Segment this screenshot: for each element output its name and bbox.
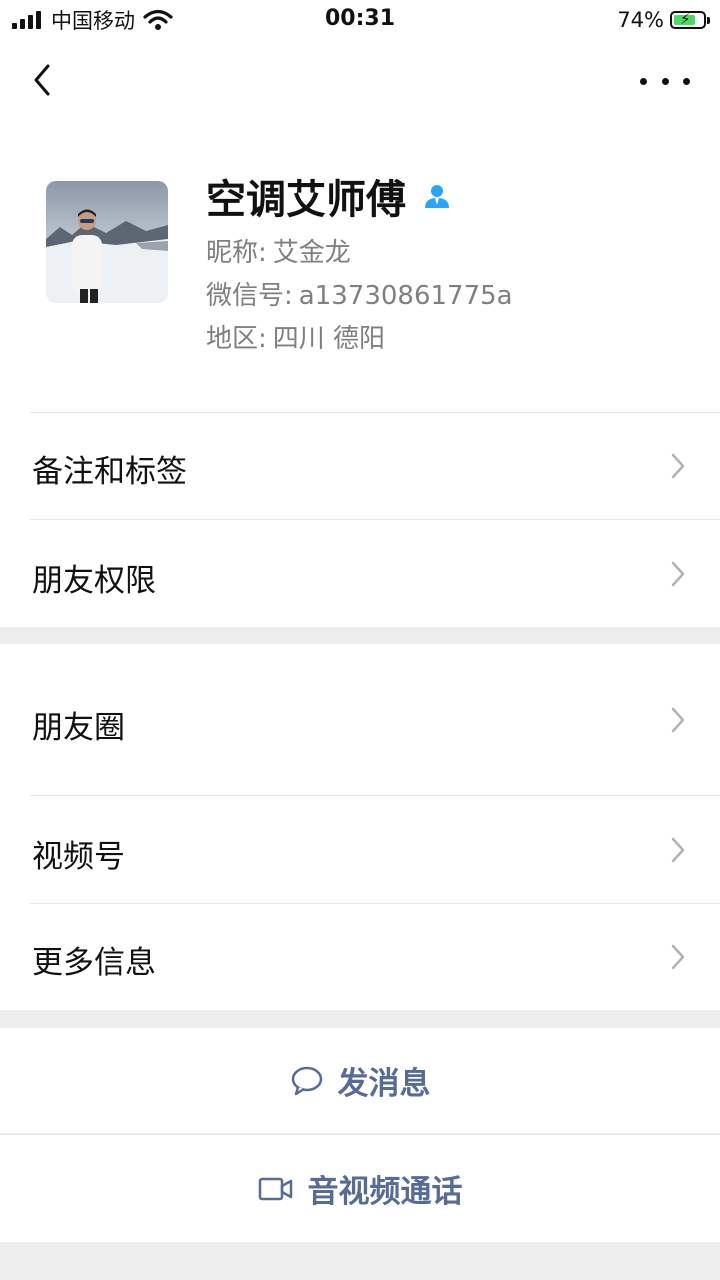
avatar[interactable] (46, 181, 168, 303)
name-row: 空调艾师傅 (206, 168, 452, 224)
menu-item-more-info[interactable]: 更多信息 (0, 903, 720, 1010)
dot-icon (683, 77, 690, 85)
menu-item-label: 更多信息 (32, 945, 156, 981)
send-message-label: 发消息 (337, 1066, 431, 1102)
avatar-image (46, 181, 168, 303)
menu-item-label: 朋友圈 (32, 710, 125, 746)
wechat-id-line: 微信号: a13730861775a (206, 275, 513, 312)
menu-item-label: 视频号 (32, 839, 125, 875)
battery-percent: 74% (617, 8, 664, 32)
menu-item-moments[interactable]: 朋友圈 (0, 644, 720, 795)
chevron-right-icon (671, 707, 685, 733)
status-bar: 中国移动 00:31 74% ⚡ (0, 0, 720, 40)
menu-item-label: 朋友权限 (32, 563, 156, 599)
menu-item-remarks-tags[interactable]: 备注和标签 (0, 412, 720, 519)
divider (30, 903, 720, 904)
menu-item-label: 备注和标签 (32, 454, 187, 490)
divider (30, 519, 720, 520)
chat-bubble-icon (291, 1066, 322, 1095)
video-call-content: 音视频通话 (0, 1135, 720, 1242)
wechat-id-label: 微信号: (206, 281, 293, 311)
chevron-right-icon (671, 944, 685, 970)
dot-icon (640, 77, 647, 85)
send-message-button[interactable]: 发消息 (0, 1028, 720, 1133)
chevron-right-icon (671, 453, 685, 479)
send-message-content: 发消息 (0, 1028, 720, 1133)
wechat-id-value: a13730861775a (298, 281, 513, 311)
more-button[interactable] (640, 66, 690, 96)
battery-icon: ⚡ (670, 10, 710, 29)
video-camera-icon (258, 1177, 292, 1200)
video-call-button[interactable]: 音视频通话 (0, 1134, 720, 1242)
dot-icon (661, 77, 669, 85)
chevron-right-icon (671, 837, 685, 863)
back-button[interactable] (28, 60, 58, 100)
nickname-line: 昵称: 艾金龙 (206, 232, 351, 269)
charging-bolt-icon: ⚡ (680, 10, 691, 28)
status-right: 74% ⚡ (617, 6, 710, 34)
menu-item-friend-permissions[interactable]: 朋友权限 (0, 519, 720, 627)
chevron-right-icon (671, 561, 685, 587)
profile-name: 空调艾师傅 (206, 177, 406, 223)
region-value: 四川 德阳 (272, 324, 386, 354)
divider (30, 412, 720, 413)
person-icon (425, 185, 449, 208)
region-label: 地区: (206, 324, 267, 354)
menu-item-channels[interactable]: 视频号 (0, 795, 720, 903)
status-time: 00:31 (324, 6, 396, 31)
nickname-label: 昵称: (206, 238, 267, 268)
nickname-value: 艾金龙 (272, 238, 351, 268)
divider (30, 795, 720, 796)
region-line: 地区: 四川 德阳 (206, 318, 385, 355)
video-call-label: 音视频通话 (307, 1174, 463, 1210)
